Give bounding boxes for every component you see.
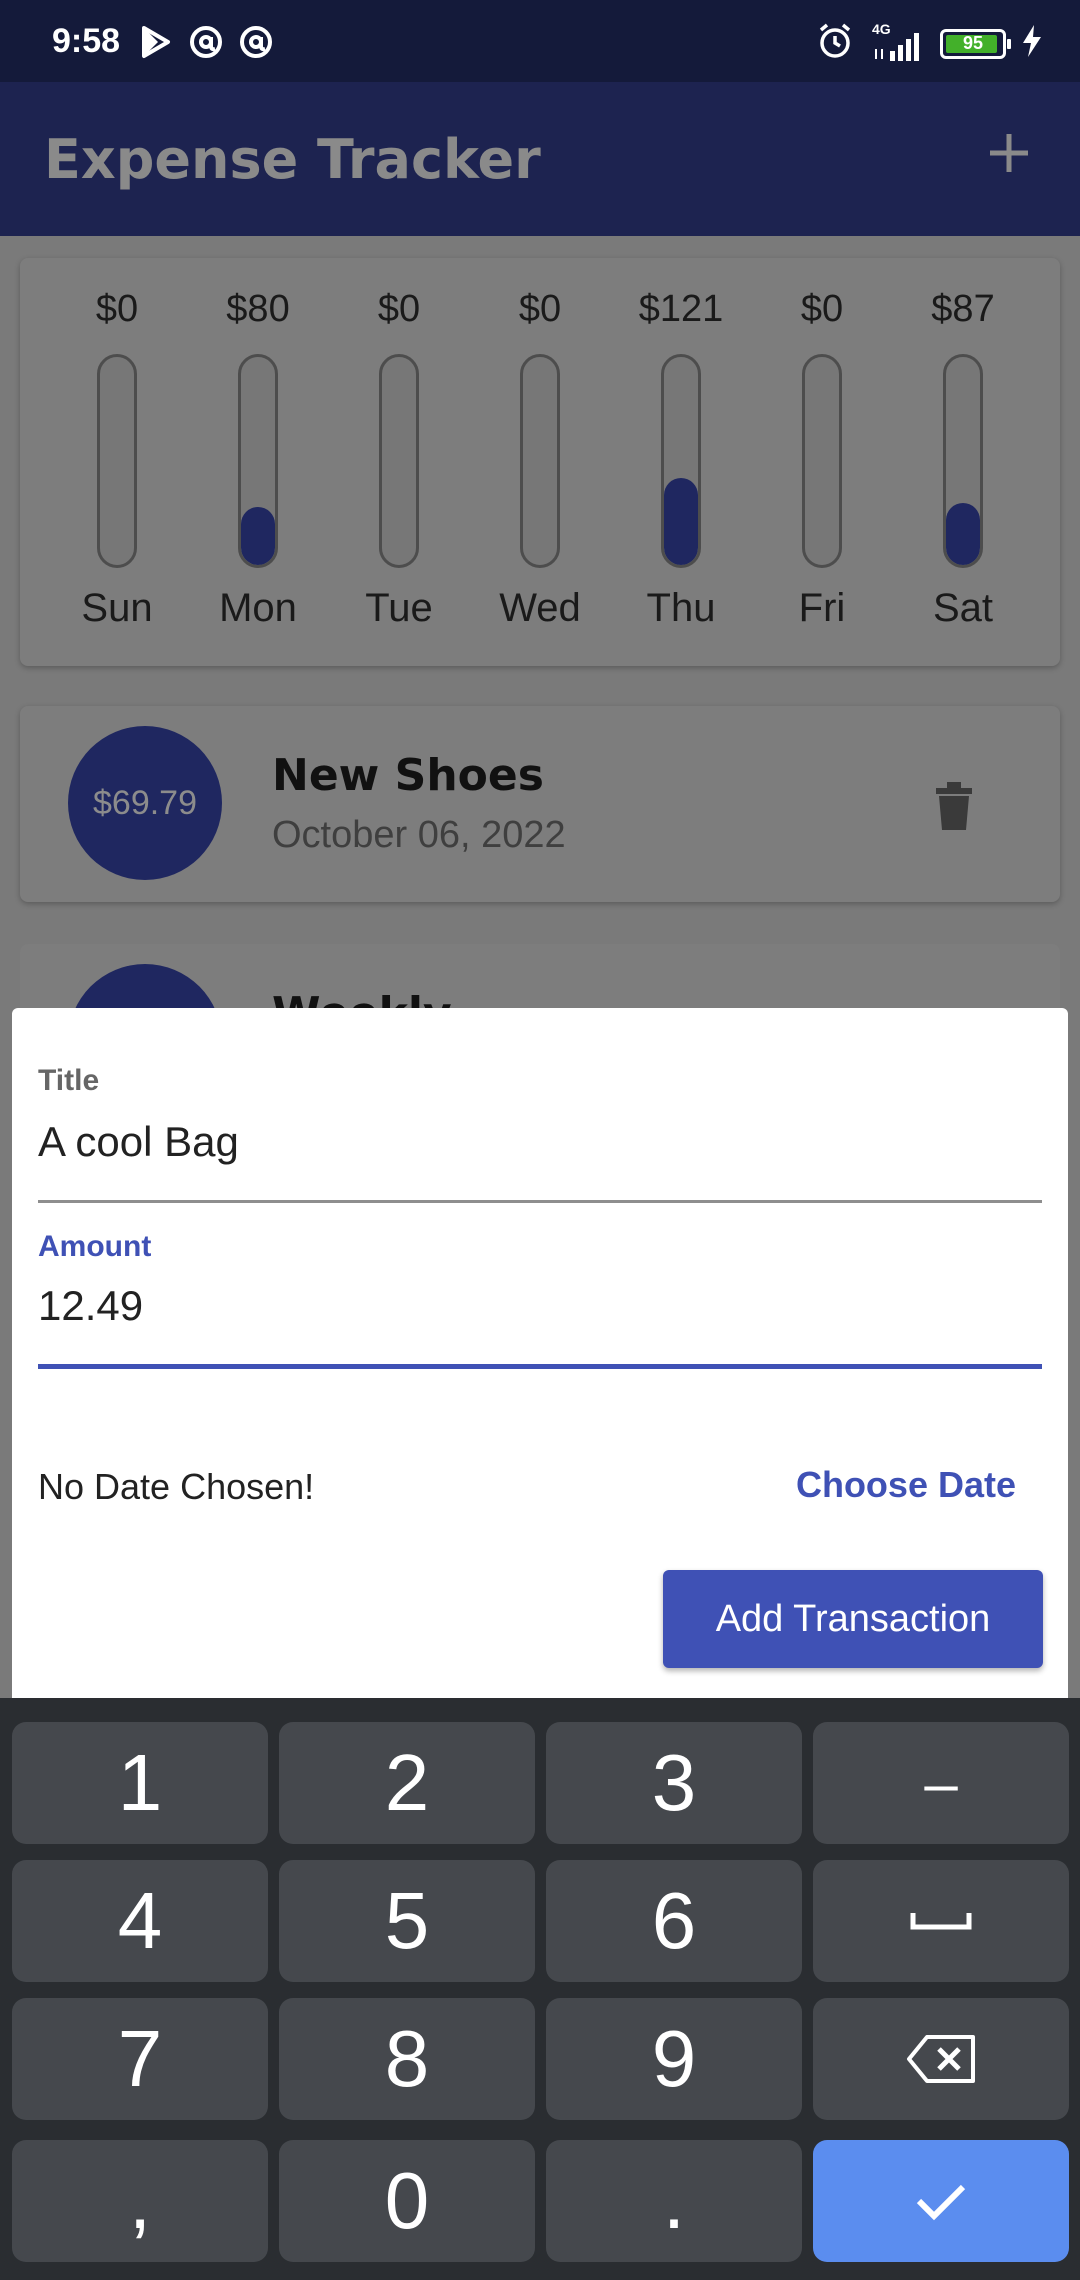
bar-track [943, 354, 983, 568]
key-backspace[interactable] [813, 1998, 1069, 2120]
chart-bar-sun: $0 Sun [47, 258, 187, 666]
amount-field-underline [38, 1364, 1042, 1369]
app-bar: Expense Tracker [0, 82, 1080, 236]
bar-amount-label: $0 [377, 288, 421, 330]
transaction-date: October 06, 2022 [272, 814, 566, 856]
bar-day-label: Thu [646, 586, 716, 630]
status-time: 9:58 [52, 22, 121, 60]
space-icon [910, 1913, 972, 1930]
numeric-keyboard: 1 2 3– 4 5 6 7 8 9, 0. [0, 1698, 1080, 2280]
chart-bar-thu: $121 Thu [611, 258, 751, 666]
signal-icon: 4G [868, 21, 926, 63]
key-1[interactable]: 1 [12, 1722, 268, 1844]
add-button[interactable] [974, 118, 1044, 188]
key-3[interactable]: 3 [546, 1722, 802, 1844]
bar-track [238, 354, 278, 568]
title-field-label: Title [38, 1064, 100, 1097]
key-period[interactable]: . [546, 2140, 802, 2262]
key-comma[interactable]: , [12, 2140, 268, 2262]
bar-day-label: Wed [499, 586, 581, 630]
transaction-title: New Shoes [272, 750, 544, 801]
status-bar: 9:58 4G 95 [0, 0, 1080, 82]
choose-date-button[interactable]: Choose Date [796, 1464, 1016, 1506]
charging-icon [1020, 23, 1044, 64]
key-9[interactable]: 9 [546, 1998, 802, 2120]
bar-amount-label: $0 [800, 288, 844, 330]
app-title: Expense Tracker [44, 128, 541, 191]
at-sign-icon [238, 24, 274, 65]
key-done[interactable] [813, 2140, 1069, 2262]
bar-track [520, 354, 560, 568]
key-2[interactable]: 2 [279, 1722, 535, 1844]
plus-icon [990, 134, 1028, 172]
title-input[interactable]: A cool Bag [38, 1118, 239, 1166]
chart-bar-tue: $0 Tue [329, 258, 469, 666]
date-status-text: No Date Chosen! [38, 1466, 315, 1507]
bar-amount-label: $87 [931, 288, 995, 330]
bar-day-label: Mon [219, 586, 297, 630]
bar-day-label: Sat [932, 586, 994, 630]
new-transaction-sheet: Title A cool Bag Amount 12.49 No Date Ch… [12, 1008, 1068, 1698]
chart-bar-sat: $87 Sat [893, 258, 1033, 666]
key-5[interactable]: 5 [279, 1860, 535, 1982]
checkmark-icon [916, 2184, 966, 2221]
key-space[interactable] [813, 1860, 1069, 1982]
battery-icon: 95 [940, 28, 1011, 59]
bar-track [661, 354, 701, 568]
bar-amount-label: $0 [518, 288, 562, 330]
trash-icon [936, 782, 972, 830]
battery-percent: 95 [962, 33, 984, 53]
delete-button[interactable] [932, 778, 976, 832]
transaction-amount-badge: $69.79 [68, 726, 222, 880]
system-icons: 4G 95 [816, 21, 1044, 65]
amount-input[interactable]: 12.49 [38, 1282, 143, 1330]
bar-track [379, 354, 419, 568]
bar-day-label: Fri [798, 586, 846, 630]
key-6[interactable]: 6 [546, 1860, 802, 1982]
amount-field-label: Amount [38, 1230, 152, 1263]
chart-bar-wed: $0 Wed [470, 258, 610, 666]
bar-fill [946, 502, 980, 565]
at-sign-icon [188, 24, 224, 65]
key-4[interactable]: 4 [12, 1860, 268, 1982]
key-7[interactable]: 7 [12, 1998, 268, 2120]
notification-icons [138, 24, 274, 65]
play-store-icon [138, 24, 174, 65]
key-minus[interactable]: – [813, 1722, 1069, 1844]
bar-amount-label: $0 [95, 288, 139, 330]
add-transaction-button[interactable]: Add Transaction [663, 1570, 1043, 1668]
bar-track [802, 354, 842, 568]
weekly-chart: $0 Sun $80 Mon $0 Tue $0 Wed $121 Thu $0 Fri $87 Sat [20, 258, 1060, 666]
transaction-card: $69.79 New Shoes October 06, 2022 [20, 706, 1060, 902]
bar-amount-label: $121 [638, 288, 724, 330]
bar-fill [664, 477, 698, 565]
chart-bar-fri: $0 Fri [752, 258, 892, 666]
bar-day-label: Tue [365, 586, 433, 630]
title-field-underline [38, 1200, 1042, 1203]
chart-bar-mon: $80 Mon [188, 258, 328, 666]
bar-day-label: Sun [81, 586, 153, 630]
backspace-icon [907, 2035, 975, 2083]
key-8[interactable]: 8 [279, 1998, 535, 2120]
alarm-icon [816, 22, 854, 65]
key-0[interactable]: 0 [279, 2140, 535, 2262]
bar-fill [241, 506, 275, 565]
bar-amount-label: $80 [226, 288, 290, 330]
bar-track [97, 354, 137, 568]
